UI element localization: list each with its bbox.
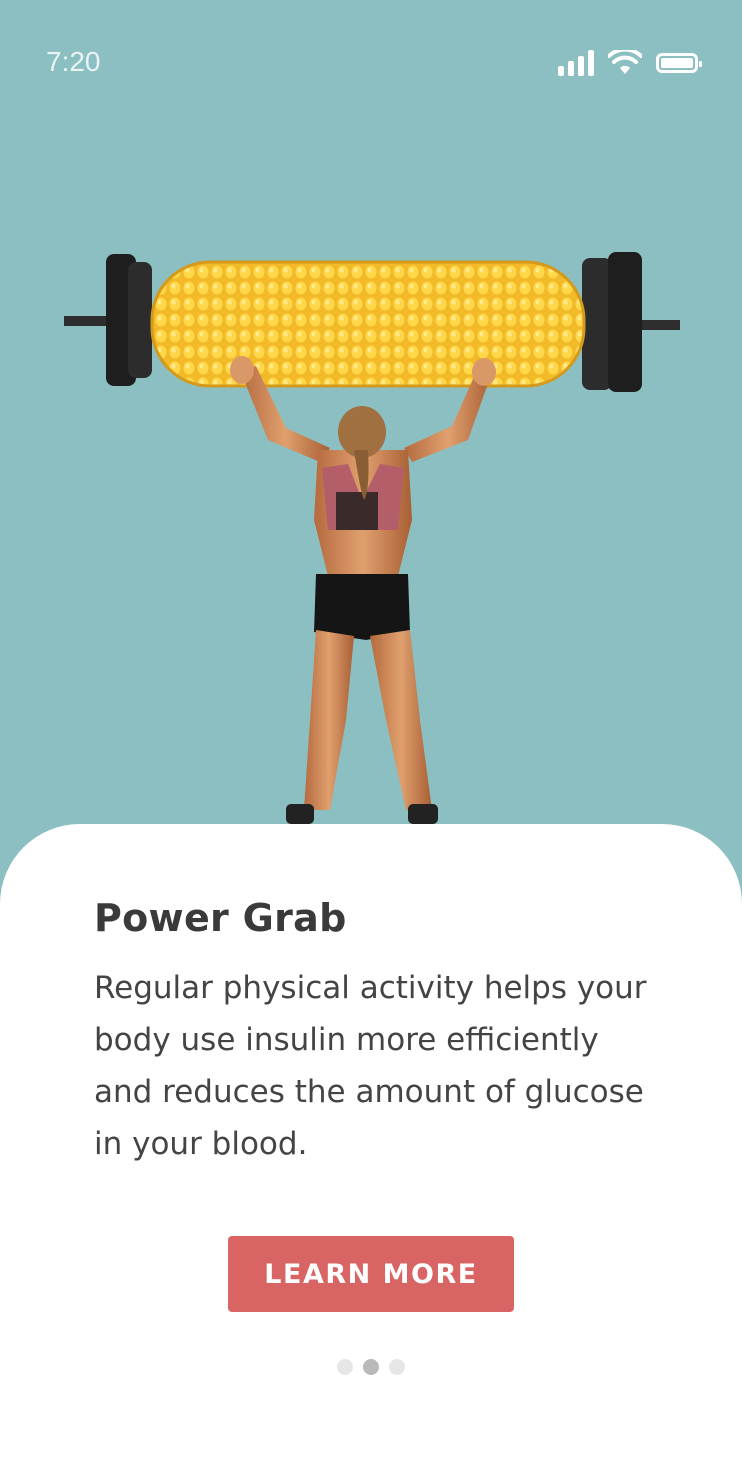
battery-icon — [656, 53, 702, 73]
hero-illustration — [64, 252, 680, 824]
status-time: 7:20 — [46, 46, 101, 77]
learn-more-button[interactable]: LEARN MORE — [228, 1236, 514, 1312]
wifi-icon — [608, 50, 642, 74]
card-body: Regular physical activity helps your bod… — [94, 970, 647, 1162]
status-icons — [558, 50, 702, 76]
pagination-dots — [0, 1359, 742, 1375]
onboarding-screen: 7:20 Power Grab Regular physical activit… — [0, 0, 742, 1460]
pagination-dot-2[interactable] — [363, 1359, 379, 1375]
weightlifter-figure — [230, 356, 496, 824]
status-bar: 7:20 — [0, 0, 742, 120]
pagination-dot-1[interactable] — [337, 1359, 353, 1375]
corn-icon — [150, 260, 586, 388]
card-title: Power Grab — [94, 896, 347, 940]
info-card: Power Grab Regular physical activity hel… — [0, 824, 742, 1460]
signal-icon — [558, 50, 594, 76]
pagination-dot-3[interactable] — [389, 1359, 405, 1375]
